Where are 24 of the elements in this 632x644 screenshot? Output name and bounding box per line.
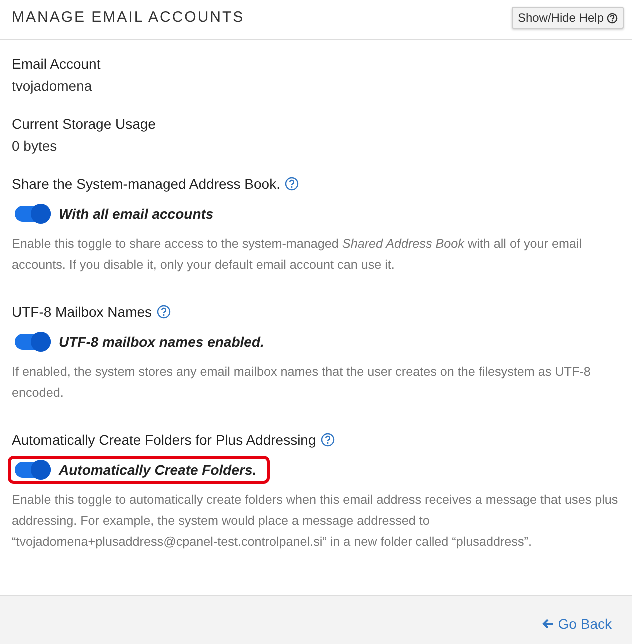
setting-description: Enable this toggle to automatically create folders when this email address receives a message that uses plus addressing. For example, the system would place a message addressed to “tvojadomena+plusaddress@cpanel-test.controlpanel.si” in a new folder called “plusaddress”. <box>12 492 620 551</box>
toggle-switch[interactable] <box>15 206 51 222</box>
page-title: MANAGE EMAIL ACCOUNTS <box>12 9 245 26</box>
toggle-label: With all email accounts <box>59 206 214 222</box>
field-value: 0 bytes <box>12 138 58 154</box>
setting-label: Automatically Create Folders for Plus Addressing <box>12 432 316 448</box>
field-label: Current Storage Usage <box>12 116 157 132</box>
toggle-switch[interactable] <box>15 334 51 350</box>
field-value: tvojadomena <box>12 78 94 94</box>
setting-description: If enabled, the system stores any email mailbox names that the user creates on the filesystem as UTF-8 encoded. <box>12 364 592 402</box>
toggle-label: Automatically Create Folders. <box>59 462 257 478</box>
toggle-switch[interactable] <box>15 462 51 478</box>
go-back-link[interactable]: Go Back <box>542 616 612 632</box>
setting-description: Enable this toggle to share access to the system-managed Shared Address Book with all of your email accounts. If you disable it, only your default email account can use it. <box>12 236 584 274</box>
show-hide-help-button[interactable]: Show/Hide Help <box>512 7 624 29</box>
back-arrow-icon <box>542 618 554 630</box>
help-icon <box>607 12 618 24</box>
field-label: Email Account <box>12 56 102 72</box>
help-icon[interactable] <box>285 177 300 191</box>
help-icon[interactable] <box>157 305 172 319</box>
setting-label: Share the System-managed Address Book. <box>12 176 280 192</box>
toggle-label: UTF-8 mailbox names enabled. <box>59 334 264 350</box>
setting-label: UTF-8 Mailbox Names <box>12 304 152 320</box>
help-icon[interactable] <box>321 433 336 447</box>
